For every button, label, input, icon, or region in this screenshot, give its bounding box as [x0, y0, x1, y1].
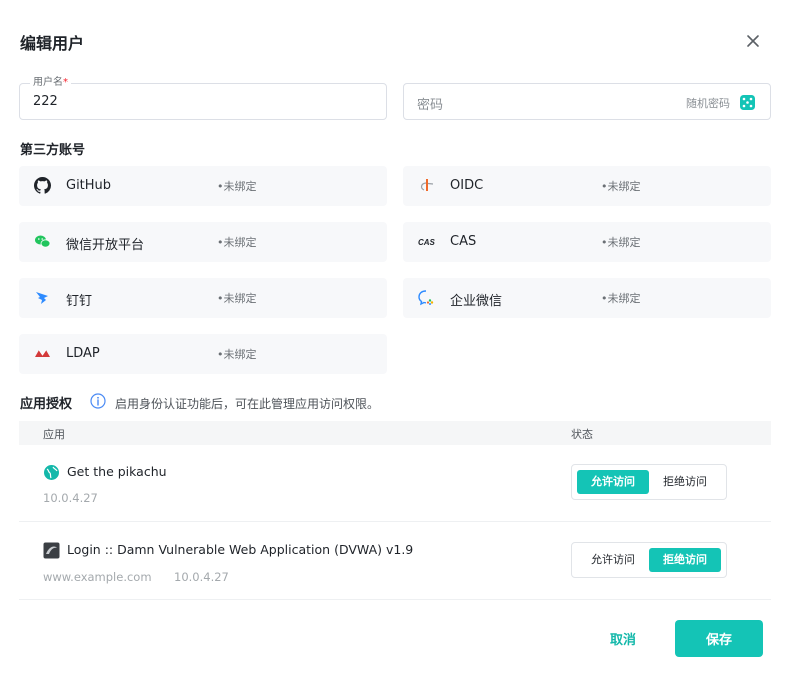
cas-icon: CAS: [418, 238, 435, 247]
account-ldap[interactable]: LDAP •未绑定: [19, 334, 387, 374]
access-toggle: 允许访问 拒绝访问: [571, 464, 727, 500]
table-header: 应用 状态: [19, 421, 771, 445]
account-oidc[interactable]: OIDC •未绑定: [403, 166, 771, 206]
github-icon: [34, 177, 51, 194]
wechat-icon: [35, 235, 51, 248]
account-wecom[interactable]: 企业微信 •未绑定: [403, 278, 771, 318]
dingtalk-icon: [36, 292, 48, 304]
random-password-button[interactable]: 随机密码: [686, 95, 730, 111]
account-name: LDAP: [66, 346, 100, 361]
table-row: Get the pikachu 10.0.4.27 允许访问 拒绝访问: [19, 445, 771, 522]
account-name: 微信开放平台: [66, 238, 145, 253]
ldap-icon: [35, 349, 50, 357]
account-status: •未绑定: [217, 236, 257, 249]
dice-icon[interactable]: [739, 94, 756, 111]
app-name: Get the pikachu: [67, 464, 167, 479]
app-name: Login :: Damn Vulnerable Web Application…: [67, 542, 414, 557]
oidc-icon: [420, 179, 434, 191]
deny-access-button[interactable]: 拒绝访问: [649, 470, 721, 494]
username-input[interactable]: 222: [33, 94, 58, 109]
app-ip: 10.0.4.27: [43, 491, 98, 505]
svg-text:CAS: CAS: [418, 238, 435, 247]
column-status: 状态: [571, 428, 593, 441]
info-icon: [90, 393, 106, 409]
account-name: 钉钉: [66, 294, 93, 309]
password-input[interactable]: 密码: [417, 94, 443, 113]
account-status: •未绑定: [217, 348, 257, 361]
table-row: Login :: Damn Vulnerable Web Application…: [19, 522, 771, 600]
account-cas[interactable]: CAS CAS •未绑定: [403, 222, 771, 262]
app-auth-info: 启用身份认证功能后，可在此管理应用访问权限。: [115, 397, 380, 411]
app-auth-title: 应用授权: [20, 397, 73, 412]
allow-access-button[interactable]: 允许访问: [577, 470, 649, 494]
account-name: CAS: [450, 234, 477, 249]
account-status: •未绑定: [217, 180, 257, 193]
account-name: 企业微信: [450, 294, 503, 309]
save-button[interactable]: 保存: [675, 620, 763, 657]
username-label: 用户名*: [30, 76, 71, 90]
deny-access-button[interactable]: 拒绝访问: [649, 548, 721, 572]
globe-icon: [44, 465, 59, 480]
account-dingtalk[interactable]: 钉钉 •未绑定: [19, 278, 387, 318]
password-field[interactable]: 密码 随机密码: [403, 83, 771, 120]
close-icon[interactable]: [742, 30, 764, 52]
dialog-title: 编辑用户: [20, 34, 85, 53]
app-ip: 10.0.4.27: [174, 570, 229, 584]
allow-access-button[interactable]: 允许访问: [577, 548, 649, 572]
account-name: GitHub: [66, 178, 112, 193]
app-logo-icon: [43, 542, 60, 559]
account-name: OIDC: [450, 178, 484, 193]
app-host: www.example.com: [43, 570, 152, 584]
wecom-icon: [418, 290, 434, 306]
access-toggle: 允许访问 拒绝访问: [571, 542, 727, 578]
account-github[interactable]: GitHub •未绑定: [19, 166, 387, 206]
account-status: •未绑定: [601, 292, 641, 305]
cancel-button[interactable]: 取消: [592, 620, 654, 656]
account-status: •未绑定: [217, 292, 257, 305]
account-wechat[interactable]: 微信开放平台 •未绑定: [19, 222, 387, 262]
account-status: •未绑定: [601, 236, 641, 249]
account-status: •未绑定: [601, 180, 641, 193]
username-field[interactable]: 用户名* 222: [19, 76, 387, 120]
column-app: 应用: [43, 428, 65, 441]
third-party-title: 第三方账号: [20, 143, 86, 158]
